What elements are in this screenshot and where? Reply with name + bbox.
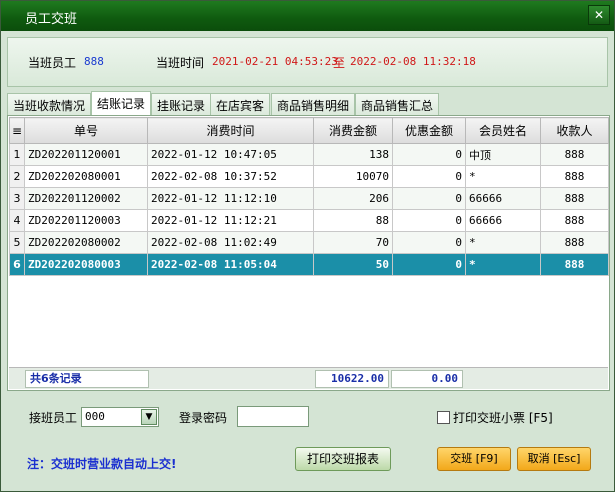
table-row[interactable]: 5 ZD202202080002 2022-02-08 11:02:49 70 … bbox=[9, 231, 609, 254]
handover-staff-label: 接班员工 bbox=[29, 411, 78, 425]
tab-sales-detail[interactable]: 商品销售明细 bbox=[271, 93, 356, 115]
cell-member: 66666 bbox=[465, 209, 541, 232]
table-row[interactable]: 2 ZD202202080001 2022-02-08 10:37:52 100… bbox=[9, 165, 609, 188]
cell-time: 2022-01-12 10:47:05 bbox=[147, 143, 314, 166]
header-time[interactable]: 消费时间 bbox=[147, 117, 314, 144]
cell-cashier: 888 bbox=[540, 143, 609, 166]
header-cashier[interactable]: 收款人 bbox=[540, 117, 609, 144]
handover-note: 注：交班时营业款自动上交! bbox=[27, 457, 177, 471]
cancel-button[interactable]: 取消 [Esc] bbox=[517, 447, 591, 471]
shift-info-bar: 当班员工 888 当班时间 2021-02-21 04:53:23 至 2022… bbox=[7, 37, 608, 87]
tab-sales-summary[interactable]: 商品销售汇总 bbox=[355, 93, 440, 115]
handover-window: 员工交班 ✕ 当班员工 888 当班时间 2021-02-21 04:53:23… bbox=[0, 0, 615, 492]
cell-cashier: 888 bbox=[540, 165, 609, 188]
time-from: 2021-02-21 04:53:23 bbox=[212, 55, 338, 68]
cell-member: 中顶 bbox=[465, 143, 541, 166]
cell-cashier: 888 bbox=[540, 209, 609, 232]
close-icon[interactable]: ✕ bbox=[588, 5, 610, 25]
tab-in-house-guests[interactable]: 在店宾客 bbox=[210, 93, 271, 115]
cell-order-no: ZD202201120003 bbox=[24, 209, 148, 232]
table-row-selected[interactable]: 6 ZD202202080003 2022-02-08 11:05:04 50 … bbox=[9, 253, 609, 276]
table-row[interactable]: 1 ZD202201120001 2022-01-12 10:47:05 138… bbox=[9, 143, 609, 166]
cell-discount: 0 bbox=[392, 165, 466, 188]
record-count: 共6条记录 bbox=[25, 370, 149, 388]
cell-cashier: 888 bbox=[540, 231, 609, 254]
password-label: 登录密码 bbox=[179, 411, 228, 425]
cell-time: 2022-02-08 11:02:49 bbox=[147, 231, 314, 254]
header-amount[interactable]: 消费金额 bbox=[313, 117, 393, 144]
staff-label: 当班员工 bbox=[28, 56, 77, 70]
cell-order-no: ZD202202080003 bbox=[24, 253, 148, 276]
cell-amount: 70 bbox=[313, 231, 393, 254]
cell-amount: 50 bbox=[313, 253, 393, 276]
tab-shift-receipts[interactable]: 当班收款情况 bbox=[7, 93, 92, 115]
amount-total: 10622.00 bbox=[315, 370, 389, 388]
handover-form: 接班员工 000 ▼ 登录密码 打印交班小票 [F5] 注：交班时营业款自动上交… bbox=[7, 395, 610, 487]
records-panel: ≡ 单号 消费时间 消费金额 优惠金额 会员姓名 收款人 1 ZD2022011… bbox=[7, 115, 610, 391]
cell-time: 2022-02-08 10:37:52 bbox=[147, 165, 314, 188]
time-separator: 至 bbox=[333, 56, 346, 70]
cell-order-no: ZD202202080002 bbox=[24, 231, 148, 254]
header-member[interactable]: 会员姓名 bbox=[465, 117, 541, 144]
discount-total: 0.00 bbox=[391, 370, 463, 388]
table-row[interactable]: 4 ZD202201120003 2022-01-12 11:12:21 88 … bbox=[9, 209, 609, 232]
records-table: ≡ 单号 消费时间 消费金额 优惠金额 会员姓名 收款人 1 ZD2022011… bbox=[9, 117, 609, 276]
window-title: 员工交班 bbox=[25, 12, 78, 27]
time-label: 当班时间 bbox=[156, 56, 205, 70]
password-input[interactable] bbox=[237, 406, 309, 427]
time-to: 2022-02-08 11:32:18 bbox=[350, 55, 476, 68]
cell-time: 2022-01-12 11:12:21 bbox=[147, 209, 314, 232]
print-report-button[interactable]: 打印交班报表 bbox=[295, 447, 391, 471]
cell-order-no: ZD202202080001 bbox=[24, 165, 148, 188]
print-ticket-checkbox[interactable] bbox=[437, 411, 450, 424]
cell-member: * bbox=[465, 165, 541, 188]
cell-time: 2022-01-12 11:12:10 bbox=[147, 187, 314, 210]
cell-amount: 88 bbox=[313, 209, 393, 232]
table-footer: 共6条记录 10622.00 0.00 bbox=[9, 367, 608, 389]
tab-credit-records[interactable]: 挂账记录 bbox=[151, 93, 212, 115]
row-index: 6 bbox=[9, 253, 25, 276]
header-discount[interactable]: 优惠金额 bbox=[392, 117, 466, 144]
cell-amount: 138 bbox=[313, 143, 393, 166]
cell-time: 2022-02-08 11:05:04 bbox=[147, 253, 314, 276]
chevron-down-icon[interactable]: ▼ bbox=[141, 409, 157, 425]
cell-cashier: 888 bbox=[540, 187, 609, 210]
row-index: 3 bbox=[9, 187, 25, 210]
cell-member: 66666 bbox=[465, 187, 541, 210]
cell-order-no: ZD202201120002 bbox=[24, 187, 148, 210]
staff-value: 888 bbox=[84, 55, 104, 68]
cell-discount: 0 bbox=[392, 187, 466, 210]
cell-discount: 0 bbox=[392, 253, 466, 276]
handover-button[interactable]: 交班 [F9] bbox=[437, 447, 511, 471]
cell-discount: 0 bbox=[392, 209, 466, 232]
table-row[interactable]: 3 ZD202201120002 2022-01-12 11:12:10 206… bbox=[9, 187, 609, 210]
cell-amount: 206 bbox=[313, 187, 393, 210]
tab-checkout-records[interactable]: 结账记录 bbox=[91, 91, 152, 115]
cell-order-no: ZD202201120001 bbox=[24, 143, 148, 166]
title-bar: 员工交班 ✕ bbox=[1, 1, 614, 31]
row-index: 1 bbox=[9, 143, 25, 166]
row-index: 4 bbox=[9, 209, 25, 232]
table-header-row: ≡ 单号 消费时间 消费金额 优惠金额 会员姓名 收款人 bbox=[9, 117, 609, 144]
handover-staff-select[interactable]: 000 ▼ bbox=[81, 407, 159, 427]
cell-amount: 10070 bbox=[313, 165, 393, 188]
cell-discount: 0 bbox=[392, 143, 466, 166]
cell-cashier: 888 bbox=[540, 253, 609, 276]
row-selector-header[interactable]: ≡ bbox=[9, 117, 25, 144]
row-index: 5 bbox=[9, 231, 25, 254]
row-index: 2 bbox=[9, 165, 25, 188]
print-ticket-label[interactable]: 打印交班小票 [F5] bbox=[453, 409, 553, 426]
handover-staff-value: 000 bbox=[85, 410, 105, 423]
cell-member: * bbox=[465, 253, 541, 276]
cell-discount: 0 bbox=[392, 231, 466, 254]
header-order-no[interactable]: 单号 bbox=[24, 117, 148, 144]
cell-member: * bbox=[465, 231, 541, 254]
